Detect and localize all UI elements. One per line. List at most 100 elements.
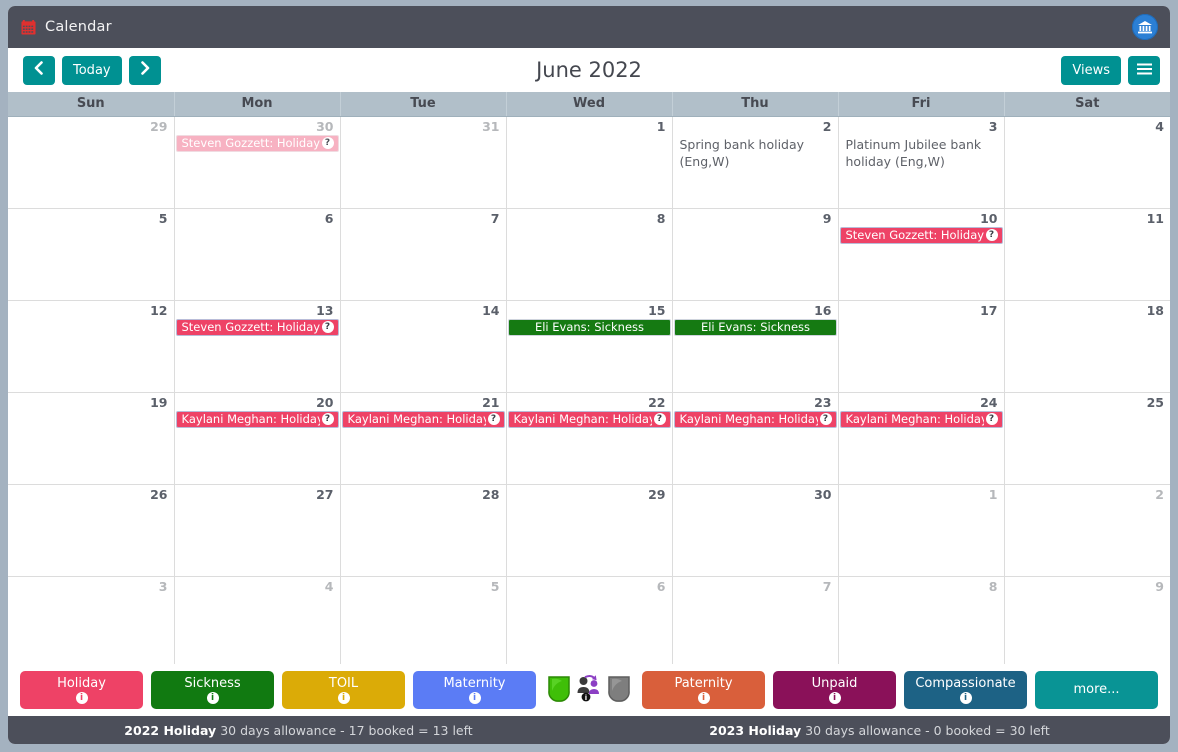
calendar-event-pill[interactable]: Kaylani Meghan: Holiday? [673, 410, 837, 428]
calendar-event-pill[interactable]: Kaylani Meghan: Holiday? [839, 410, 1003, 428]
legend-button-paternity[interactable]: Paternity i [642, 671, 765, 709]
day-cell[interactable]: 17 [838, 300, 1005, 393]
pending-question-icon[interactable]: ? [985, 413, 998, 425]
day-cell[interactable]: 31 [340, 116, 507, 209]
day-cell[interactable]: 8 [506, 208, 673, 301]
event-label: Steven Gozzett: Holiday [181, 135, 320, 150]
day-cell[interactable]: 2 Spring bank holiday (Eng,W) [672, 116, 839, 209]
day-cell[interactable]: 19 [8, 392, 175, 485]
info-icon[interactable]: i [206, 691, 219, 704]
legend-button-unpaid[interactable]: Unpaid i [773, 671, 896, 709]
day-cell[interactable]: 23 Kaylani Meghan: Holiday? [672, 392, 839, 485]
leave-type-legend: Holiday i Sickness i TOIL i Maternity i i Paterni… [8, 664, 1170, 716]
day-events: Eli Evans: Sickness [507, 318, 672, 336]
day-cell[interactable]: 21 Kaylani Meghan: Holiday? [340, 392, 507, 485]
day-cell[interactable]: 11 [1004, 208, 1170, 301]
day-cell[interactable]: 15 Eli Evans: Sickness [506, 300, 673, 393]
calendar-event-pill[interactable]: Kaylani Meghan: Holiday? [341, 410, 505, 428]
prev-month-button[interactable] [23, 55, 55, 85]
day-cell[interactable]: 30 [672, 484, 839, 577]
day-cell[interactable]: 7 [340, 208, 507, 301]
day-cell[interactable]: 18 [1004, 300, 1170, 393]
calendar-week-row: 29 30 Steven Gozzett: Holiday? 31 1 2 Spring b… [8, 116, 1170, 209]
calendar-event-pill[interactable]: Eli Evans: Sickness [507, 318, 671, 336]
day-cell[interactable]: 2 [1004, 484, 1170, 577]
menu-button[interactable] [1128, 56, 1160, 85]
day-number: 14 [482, 302, 500, 318]
pending-question-icon[interactable]: ? [985, 229, 998, 241]
pending-question-icon[interactable]: ? [819, 413, 832, 425]
legend-more-button[interactable]: more... [1035, 671, 1158, 709]
day-cell[interactable]: 29 [506, 484, 673, 577]
day-number: 26 [150, 486, 168, 502]
user-swap-icon[interactable]: i [576, 674, 602, 706]
day-cell[interactable]: 6 [174, 208, 341, 301]
calendar-event-pill[interactable]: Eli Evans: Sickness [673, 318, 837, 336]
info-icon[interactable]: i [75, 691, 88, 704]
grey-shield-icon[interactable] [606, 674, 632, 706]
day-cell[interactable]: 20 Kaylani Meghan: Holiday? [174, 392, 341, 485]
day-cell[interactable]: 26 [8, 484, 175, 577]
day-cell[interactable]: 13 Steven Gozzett: Holiday? [174, 300, 341, 393]
day-cell[interactable]: 6 [506, 576, 673, 668]
info-icon[interactable]: i [337, 691, 350, 704]
svg-text:i: i [585, 694, 587, 702]
day-number: 28 [482, 486, 500, 502]
green-shield-icon[interactable] [546, 674, 572, 706]
day-cell[interactable]: 10 Steven Gozzett: Holiday? [838, 208, 1005, 301]
day-cell[interactable]: 22 Kaylani Meghan: Holiday? [506, 392, 673, 485]
pending-question-icon[interactable]: ? [321, 413, 334, 425]
day-cell[interactable]: 4 [174, 576, 341, 668]
calendar-event-pill[interactable]: Steven Gozzett: Holiday? [175, 318, 339, 336]
bank-institution-icon[interactable] [1132, 14, 1158, 40]
day-cell[interactable]: 3 [8, 576, 175, 668]
info-icon[interactable]: i [697, 691, 710, 704]
pending-question-icon[interactable]: ? [321, 137, 334, 149]
day-cell[interactable]: 1 [838, 484, 1005, 577]
day-cell[interactable]: 3 Platinum Jubilee bank holiday (Eng,W) [838, 116, 1005, 209]
day-cell[interactable]: 16 Eli Evans: Sickness [672, 300, 839, 393]
views-button[interactable]: Views [1061, 56, 1121, 85]
day-cell[interactable]: 24 Kaylani Meghan: Holiday? [838, 392, 1005, 485]
day-number: 7 [822, 578, 832, 594]
day-number: 9 [1155, 578, 1164, 594]
day-cell[interactable]: 14 [340, 300, 507, 393]
day-cell[interactable]: 30 Steven Gozzett: Holiday? [174, 116, 341, 209]
weekday-header-sat: Sat [1004, 92, 1170, 117]
day-events: Kaylani Meghan: Holiday? [673, 410, 838, 428]
legend-button-compassionate[interactable]: Compassionate i [904, 671, 1027, 709]
day-cell[interactable]: 7 [672, 576, 839, 668]
today-button[interactable]: Today [62, 55, 122, 85]
day-cell[interactable]: 5 [340, 576, 507, 668]
legend-button-sickness[interactable]: Sickness i [151, 671, 274, 709]
day-cell[interactable]: 27 [174, 484, 341, 577]
legend-button-holiday[interactable]: Holiday i [20, 671, 143, 709]
day-number: 5 [158, 210, 168, 226]
pending-question-icon[interactable]: ? [487, 413, 500, 425]
pending-question-icon[interactable]: ? [653, 413, 666, 425]
day-cell[interactable]: 9 [672, 208, 839, 301]
legend-button-maternity[interactable]: Maternity i [413, 671, 536, 709]
next-month-button[interactable] [128, 55, 161, 85]
calendar-event-pill[interactable]: Kaylani Meghan: Holiday? [175, 410, 339, 428]
day-cell[interactable]: 1 [506, 116, 673, 209]
calendar-event-pill[interactable]: Kaylani Meghan: Holiday? [507, 410, 671, 428]
day-number: 23 [814, 394, 832, 410]
allowance-footer: 2022 Holiday 30 days allowance - 17 book… [8, 716, 1170, 744]
day-cell[interactable]: 9 [1004, 576, 1170, 668]
day-cell[interactable]: 8 [838, 576, 1005, 668]
info-icon[interactable]: i [959, 691, 972, 704]
page-title: June 2022 [536, 58, 642, 82]
day-cell[interactable]: 29 [8, 116, 175, 209]
info-icon[interactable]: i [828, 691, 841, 704]
calendar-event-pill[interactable]: Steven Gozzett: Holiday? [175, 134, 339, 152]
legend-button-toil[interactable]: TOIL i [282, 671, 405, 709]
pending-question-icon[interactable]: ? [321, 321, 334, 333]
day-cell[interactable]: 25 [1004, 392, 1170, 485]
info-icon[interactable]: i [468, 691, 481, 704]
day-cell[interactable]: 5 [8, 208, 175, 301]
calendar-event-pill[interactable]: Steven Gozzett: Holiday? [839, 226, 1003, 244]
day-cell[interactable]: 28 [340, 484, 507, 577]
day-cell[interactable]: 4 [1004, 116, 1170, 209]
day-cell[interactable]: 12 [8, 300, 175, 393]
